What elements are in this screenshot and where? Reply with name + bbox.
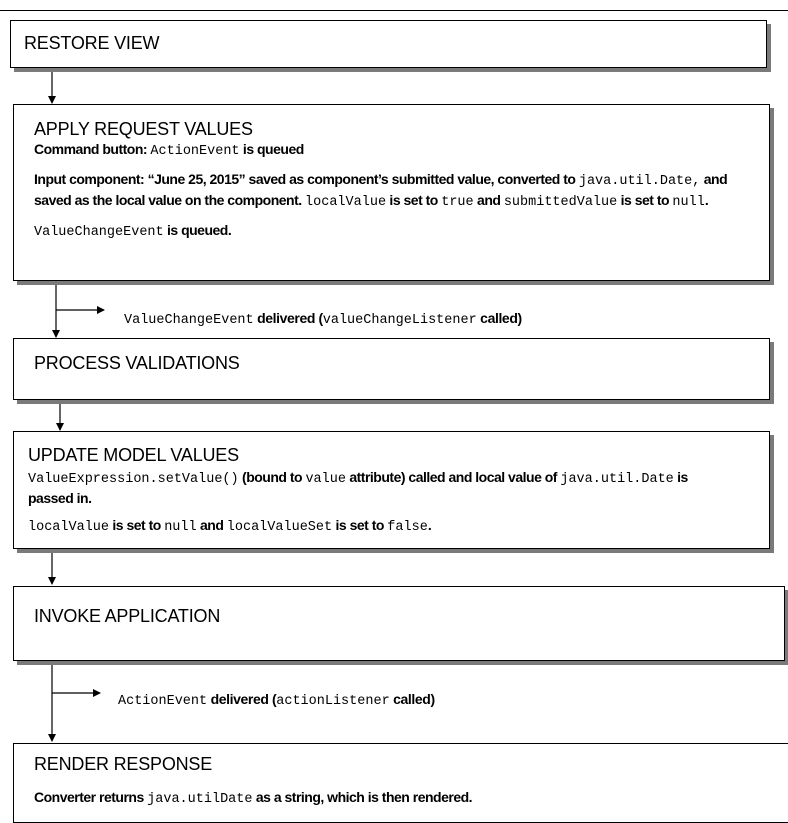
value-change-event-annotation: ValueChangeEvent delivered (valueChangeL…	[124, 310, 522, 328]
value-change-queued-line: ValueChangeEvent is queued.	[34, 222, 232, 240]
phase-description: Command button: ActionEvent is queued In…	[34, 140, 746, 242]
phase-description: ValueExpression.setValue() (bound to val…	[28, 468, 728, 537]
phase-render-response: RENDER RESPONSE Converter returns java.u…	[13, 743, 788, 823]
local-value-reset-line: localValue is set to null and localValue…	[28, 517, 432, 535]
phase-update-model-values: UPDATE MODEL VALUES ValueExpression.setV…	[13, 431, 770, 549]
phase-title: RENDER RESPONSE	[34, 754, 213, 774]
set-value-paragraph: ValueExpression.setValue() (bound to val…	[28, 469, 688, 506]
phase-title: RESTORE VIEW	[24, 33, 160, 53]
phase-title: PROCESS VALIDATIONS	[34, 353, 240, 373]
phase-process-validations: PROCESS VALIDATIONS	[13, 338, 770, 400]
converter-line: Converter returns java.utilDate as a str…	[34, 789, 473, 807]
phase-apply-request-values: APPLY REQUEST VALUES Command button: Act…	[13, 104, 770, 281]
phase-description: Converter returns java.utilDate as a str…	[34, 788, 774, 809]
action-event-annotation: ActionEvent delivered (actionListener ca…	[118, 691, 435, 709]
phase-title: APPLY REQUEST VALUES	[34, 119, 253, 139]
phase-invoke-application: INVOKE APPLICATION	[13, 586, 785, 661]
input-component-paragraph: Input component: “June 25, 2015” saved a…	[34, 171, 728, 210]
phase-restore-view: RESTORE VIEW	[10, 20, 767, 68]
phase-title: UPDATE MODEL VALUES	[28, 445, 239, 465]
command-button-line: Command button: ActionEvent is queued	[34, 141, 304, 159]
phase-title: INVOKE APPLICATION	[34, 606, 221, 626]
